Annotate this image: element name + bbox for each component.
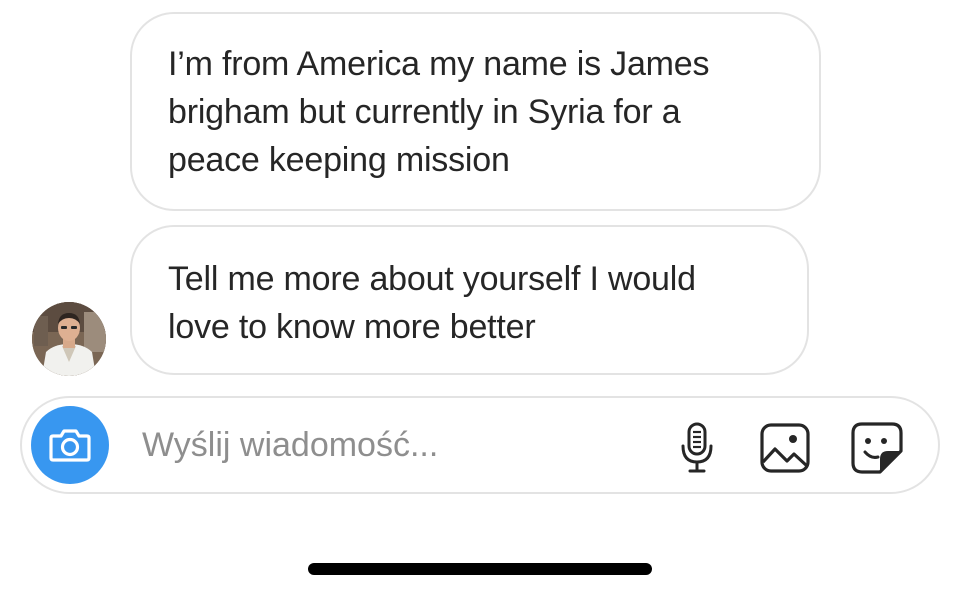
- message-text-line: brigham but currently in Syria for a: [168, 93, 681, 131]
- message-bubble[interactable]: I’m from America my name is James brigha…: [130, 12, 821, 211]
- message-input[interactable]: [142, 420, 642, 470]
- message-text-line: love to know more better: [168, 308, 536, 346]
- microphone-button[interactable]: [668, 419, 726, 477]
- sticker-button[interactable]: [848, 419, 906, 477]
- camera-button[interactable]: [31, 406, 109, 484]
- sticker-icon: [851, 422, 903, 474]
- avatar[interactable]: [32, 302, 106, 376]
- gallery-button[interactable]: [756, 419, 814, 477]
- microphone-icon: [681, 422, 713, 473]
- chat-screen: I’m from America my name is James brigha…: [0, 0, 960, 594]
- message-bubble[interactable]: Tell me more about yourself I would love…: [130, 225, 809, 375]
- home-indicator[interactable]: [308, 563, 652, 575]
- message-composer: [20, 396, 940, 494]
- camera-icon: [49, 429, 91, 462]
- avatar-image: [32, 302, 106, 376]
- image-gallery-icon: [760, 423, 810, 473]
- message-text-line: peace keeping mission: [168, 141, 510, 179]
- message-text-line: I’m from America my name is James: [168, 45, 710, 83]
- message-text-line: Tell me more about yourself I would: [168, 260, 696, 298]
